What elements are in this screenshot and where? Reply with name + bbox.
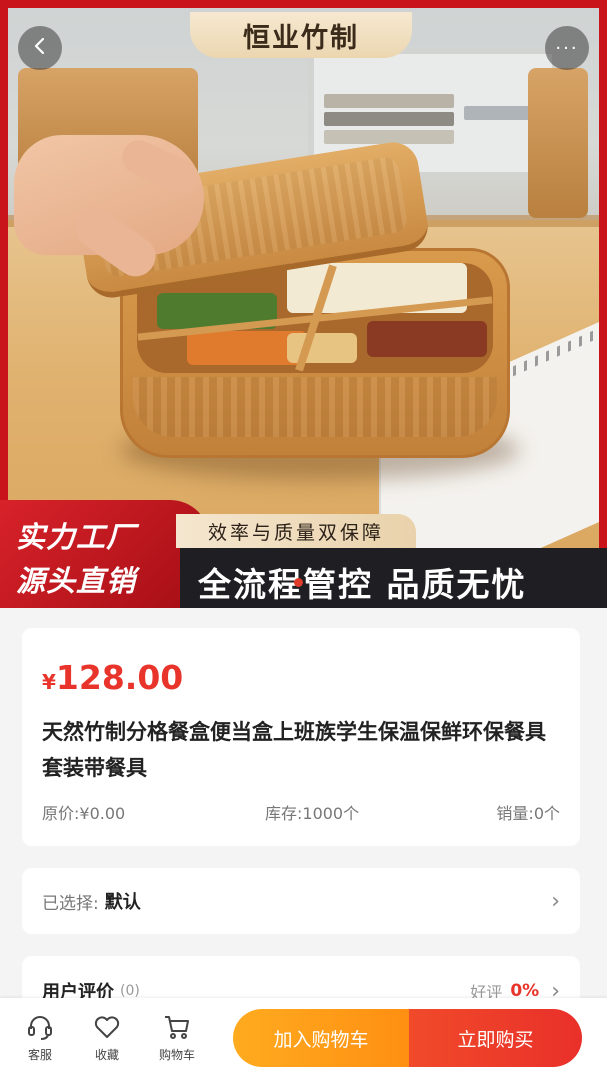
reviews-count: (0) — [120, 983, 140, 999]
buy-now-button[interactable]: 立即购买 — [409, 1009, 582, 1067]
selection-value: 默认 — [104, 892, 141, 913]
promo-line-1: 实力工厂 — [16, 520, 137, 554]
stock-count: 库存:1000个 — [265, 804, 360, 823]
chevron-right-icon: › — [551, 888, 560, 914]
carousel-indicator-dot[interactable] — [294, 578, 303, 587]
back-button[interactable] — [18, 26, 62, 70]
currency-symbol: ¥ — [42, 670, 56, 694]
heart-icon — [82, 1012, 132, 1042]
bottom-action-bar: 客服 收藏 购物车 加入购物车 立即购买 — [0, 998, 607, 1080]
more-dots-icon: ··· — [555, 37, 579, 59]
favorite-label: 收藏 — [94, 1048, 119, 1062]
product-info-card: ¥128.00 天然竹制分格餐盒便当盒上班族学生保温保鲜环保餐具套装带餐具 原价… — [22, 628, 580, 846]
more-button[interactable]: ··· — [545, 26, 589, 70]
product-detail-page: 恒业竹制 ··· 实力工厂 源头直销 效率与质量双保障 全流程管控 品质无忧 ¥… — [0, 0, 607, 1080]
sales-count: 销量:0个 — [496, 804, 560, 823]
shopping-cart-icon — [152, 1012, 202, 1042]
spec-selection-row[interactable]: 已选择: 默认 › — [22, 868, 580, 934]
product-title: 天然竹制分格餐盒便当盒上班族学生保温保鲜环保餐具套装带餐具 — [42, 720, 546, 780]
promo-line-2: 源头直销 — [16, 564, 137, 598]
chevron-left-icon — [31, 37, 49, 59]
headset-icon — [15, 1012, 65, 1042]
cart-label: 购物车 — [158, 1048, 195, 1062]
price-value: 128.00 — [55, 658, 184, 697]
customer-service-label: 客服 — [27, 1048, 52, 1062]
selection-label: 已选择: — [42, 893, 99, 914]
brand-title-tab: 恒业竹制 — [190, 12, 412, 58]
add-to-cart-button[interactable]: 加入购物车 — [233, 1009, 409, 1067]
customer-service-button[interactable]: 客服 — [15, 1012, 65, 1063]
cart-button[interactable]: 购物车 — [152, 1012, 202, 1063]
original-price: 原价:¥0.00 — [42, 804, 126, 823]
promo-caption: 效率与质量双保障 — [176, 514, 416, 548]
promo-main-text: 全流程管控 品质无忧 — [198, 565, 527, 604]
product-image-carousel[interactable]: 恒业竹制 ··· 实力工厂 源头直销 效率与质量双保障 全流程管控 品质无忧 — [0, 0, 607, 608]
favorite-button[interactable]: 收藏 — [82, 1012, 132, 1063]
product-price: ¥128.00 — [42, 658, 183, 697]
promo-banner: 实力工厂 源头直销 效率与质量双保障 全流程管控 品质无忧 — [0, 500, 607, 608]
